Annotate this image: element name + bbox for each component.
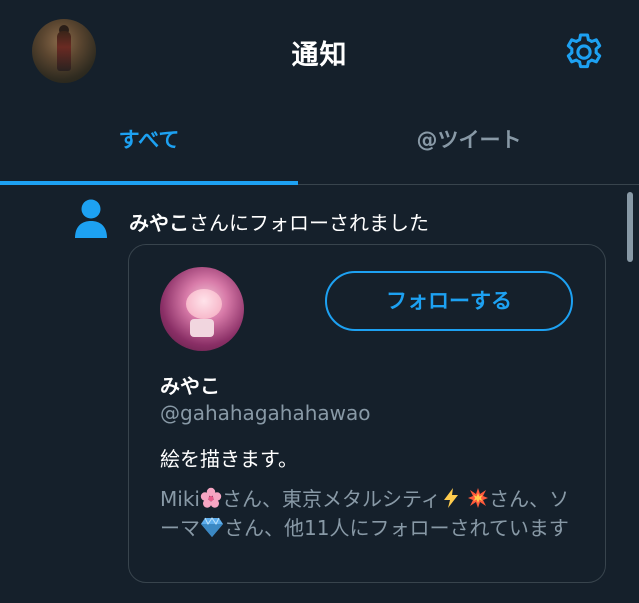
tab-mentions-label: @ツイート xyxy=(416,128,522,152)
header: 通知 xyxy=(0,0,639,104)
notification-message: さんにフォローされました xyxy=(189,211,429,235)
tab-all-label: すべて xyxy=(118,128,180,152)
followed-by-text: Miki さん、東京メタルシティ さん、ソーマ さん、他11人にフォローされています xyxy=(160,485,580,543)
gem-icon xyxy=(201,517,223,537)
notification-text: みやこさんにフォローされました xyxy=(129,207,429,236)
avatar-bow xyxy=(190,319,214,337)
tab-all[interactable]: すべて xyxy=(0,104,298,185)
tab-mentions[interactable]: @ツイート xyxy=(320,104,618,184)
honorific-1: さん xyxy=(221,487,262,511)
scrollbar[interactable] xyxy=(627,192,633,262)
notification-actor[interactable]: みやこ xyxy=(129,211,189,235)
separator-3: 、 xyxy=(264,516,284,540)
collision-icon xyxy=(468,488,489,508)
cherry-blossom-icon xyxy=(200,487,222,508)
lightning-icon xyxy=(443,488,458,508)
gear-icon[interactable] xyxy=(561,30,607,76)
avatar-face xyxy=(186,289,222,319)
follower-name-1: Miki xyxy=(160,487,200,511)
separator-2: 、 xyxy=(529,487,550,511)
followed-by-others: 他11人にフォローされています xyxy=(284,516,569,540)
user-card[interactable]: フォローする みやこ @gahahagahahawao 絵を描きます。 Miki… xyxy=(128,244,606,583)
follow-button[interactable]: フォローする xyxy=(325,271,573,331)
user-avatar[interactable] xyxy=(160,267,244,351)
user-handle[interactable]: @gahahagahahawao xyxy=(160,401,370,425)
tab-bar: すべて @ツイート xyxy=(0,104,639,185)
follower-name-2: 東京メタルシティ xyxy=(281,487,441,511)
person-icon xyxy=(75,199,107,238)
honorific-2: さん xyxy=(489,487,530,511)
active-tab-indicator xyxy=(0,181,298,185)
separator-1: 、 xyxy=(261,487,282,511)
page-title: 通知 xyxy=(291,40,348,71)
user-name[interactable]: みやこ xyxy=(160,370,220,399)
user-bio: 絵を描きます。 xyxy=(160,447,298,471)
honorific-3: さん xyxy=(224,516,264,540)
